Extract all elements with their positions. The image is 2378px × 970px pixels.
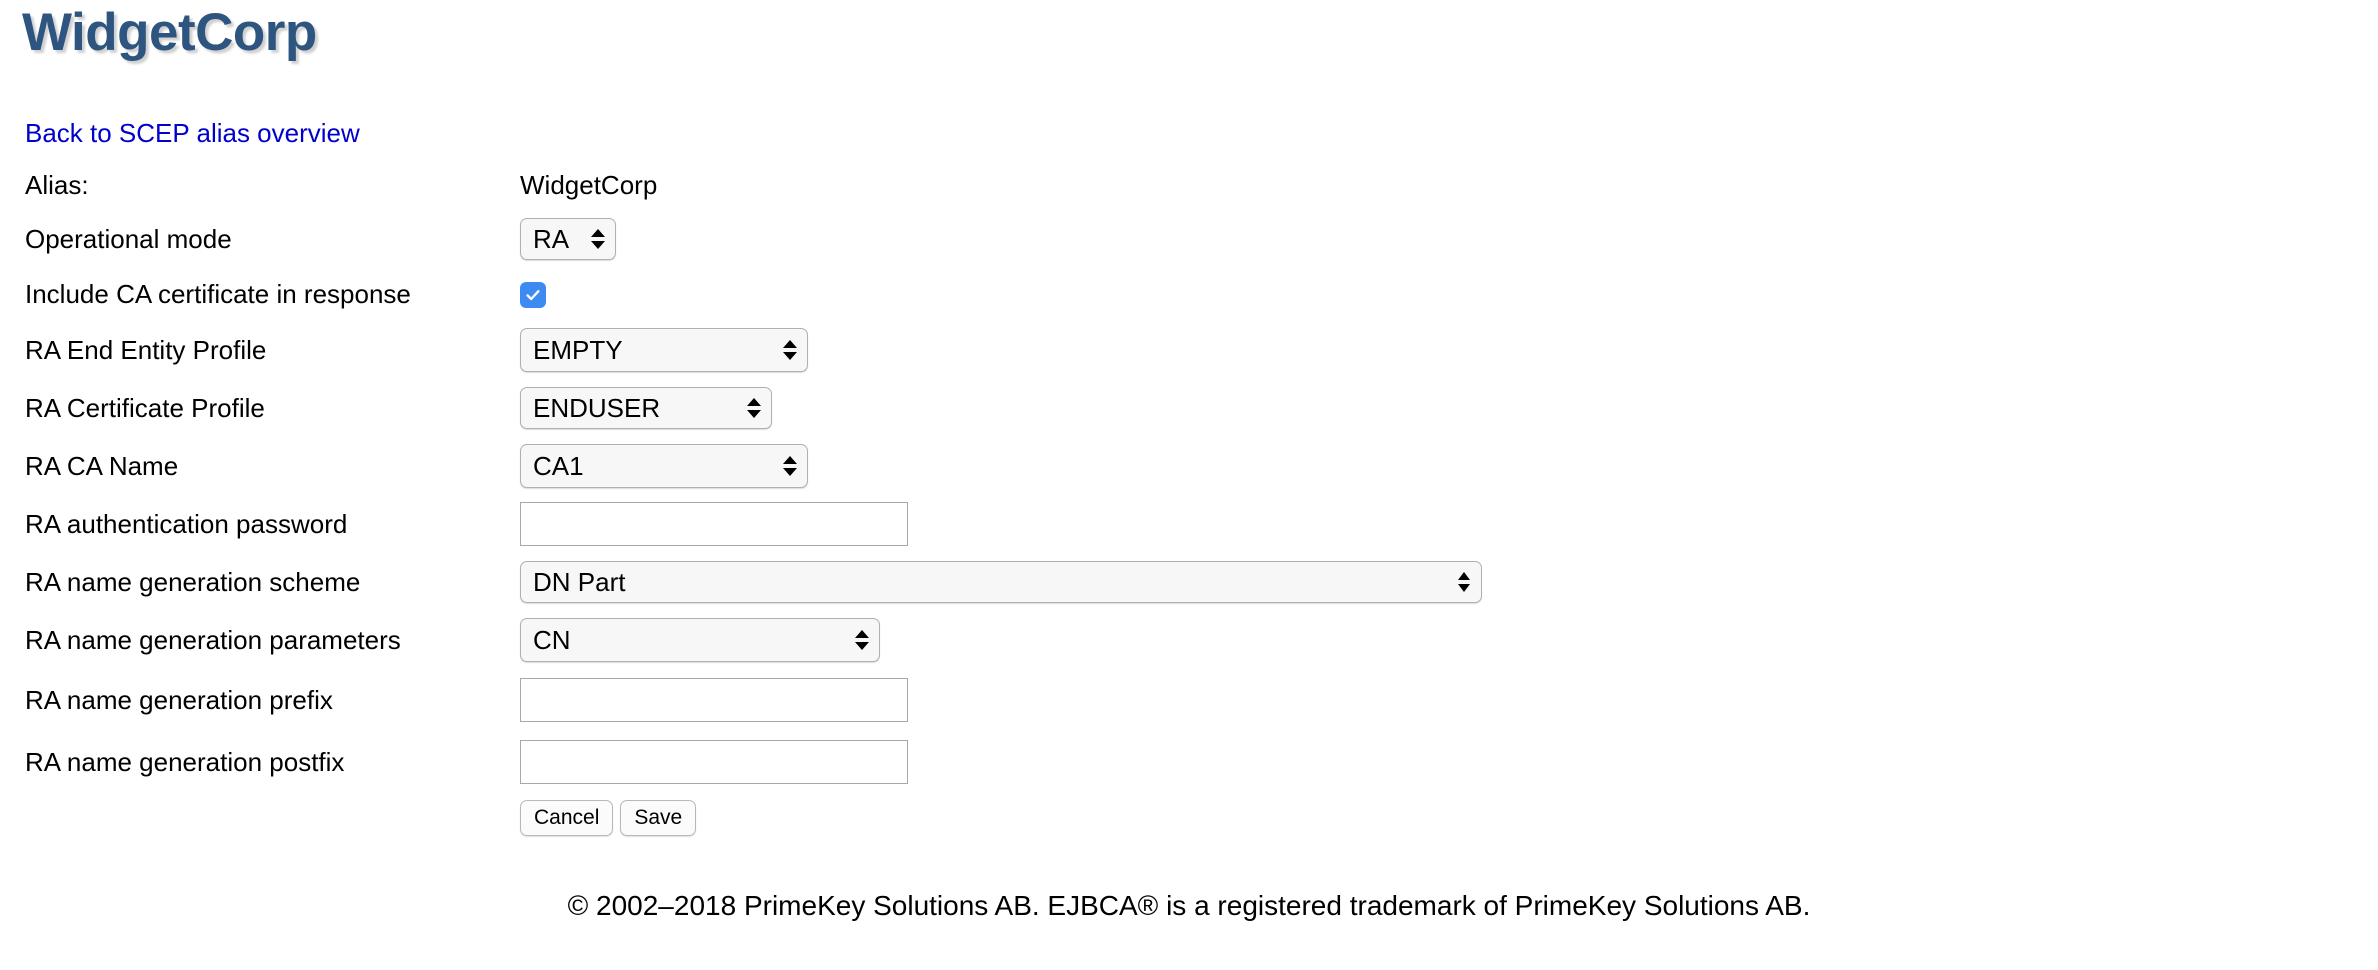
form-row-operational-mode: Operational mode RA xyxy=(0,210,2378,268)
value-ra-name-generation-parameters-wrap: CN xyxy=(520,618,2378,662)
form-row-ra-end-entity-profile: RA End Entity Profile EMPTY xyxy=(0,321,2378,379)
form-row-actions: Cancel Save xyxy=(0,793,2378,843)
label-ra-ca-name: RA CA Name xyxy=(25,450,179,481)
chevron-updown-icon xyxy=(591,226,605,252)
ra-ca-name-select[interactable]: CA1 xyxy=(520,444,808,488)
form-row-alias: Alias: WidgetCorp xyxy=(0,160,2378,210)
value-include-ca-cert-wrap xyxy=(520,281,2378,308)
form-row-ra-name-generation-postfix: RA name generation postfix xyxy=(0,731,2378,793)
chevron-updown-icon xyxy=(783,453,797,479)
action-button-bar: Cancel Save xyxy=(520,800,697,836)
label-ra-name-generation-postfix: RA name generation postfix xyxy=(25,746,345,777)
value-ra-auth-password-wrap xyxy=(520,502,2378,546)
ra-certificate-profile-select[interactable]: ENDUSER xyxy=(520,387,772,429)
ra-end-entity-profile-select[interactable]: EMPTY xyxy=(520,328,808,372)
cancel-button[interactable]: Cancel xyxy=(520,800,614,836)
label-alias: Alias: xyxy=(25,169,89,200)
label-include-ca-cert: Include CA certificate in response xyxy=(25,279,411,309)
ra-end-entity-profile-selected-value: EMPTY xyxy=(533,335,623,365)
operational-mode-selected-value: RA xyxy=(533,224,570,254)
ra-certificate-profile-selected-value: ENDUSER xyxy=(533,393,661,423)
save-button[interactable]: Save xyxy=(620,800,697,836)
form-row-ra-name-generation-scheme: RA name generation scheme DN Part xyxy=(0,553,2378,611)
ra-name-generation-prefix-input[interactable] xyxy=(520,678,908,722)
form-row-ra-ca-name: RA CA Name CA1 xyxy=(0,437,2378,495)
page-title: WidgetCorp xyxy=(22,3,317,62)
chevron-updown-icon xyxy=(855,627,869,653)
chevron-updown-icon xyxy=(783,337,797,363)
ra-name-generation-parameters-selected-value: CN xyxy=(533,625,571,655)
ra-ca-name-selected-value: CA1 xyxy=(533,451,584,481)
chevron-updown-icon xyxy=(1457,569,1471,595)
form-row-ra-name-generation-parameters: RA name generation parameters CN xyxy=(0,611,2378,669)
operational-mode-select[interactable]: RA xyxy=(520,218,616,260)
ra-auth-password-input[interactable] xyxy=(520,502,908,546)
form-row-ra-certificate-profile: RA Certificate Profile ENDUSER xyxy=(0,379,2378,437)
ra-name-generation-scheme-selected-value: DN Part xyxy=(533,567,626,597)
label-operational-mode: Operational mode xyxy=(25,223,232,254)
chevron-updown-icon xyxy=(747,395,761,421)
checkmark-icon xyxy=(526,289,540,300)
ra-name-generation-parameters-select[interactable]: CN xyxy=(520,618,880,662)
label-ra-name-generation-prefix: RA name generation prefix xyxy=(25,684,333,715)
include-ca-cert-checkbox[interactable] xyxy=(520,281,546,308)
form-row-ra-auth-password: RA authentication password xyxy=(0,495,2378,553)
label-ra-end-entity-profile: RA End Entity Profile xyxy=(25,334,267,365)
scep-alias-config-page: WidgetCorp Back to SCEP alias overview A… xyxy=(0,0,2378,970)
value-alias-wrap: WidgetCorp xyxy=(520,170,2378,201)
alias-value: WidgetCorp xyxy=(520,169,658,200)
ra-name-generation-postfix-input[interactable] xyxy=(520,740,908,784)
scep-alias-form: Alias: WidgetCorp Operational mode RA In… xyxy=(0,160,2378,843)
value-ra-ca-name-wrap: CA1 xyxy=(520,444,2378,488)
value-operational-mode-wrap: RA xyxy=(520,218,2378,260)
value-ra-name-generation-scheme-wrap: DN Part xyxy=(520,561,2378,603)
value-actions-wrap: Cancel Save xyxy=(520,800,2378,836)
ra-name-generation-scheme-select[interactable]: DN Part xyxy=(520,561,1482,603)
value-ra-name-generation-prefix-wrap xyxy=(520,678,2378,722)
value-ra-certificate-profile-wrap: ENDUSER xyxy=(520,387,2378,429)
label-ra-certificate-profile: RA Certificate Profile xyxy=(25,392,265,423)
footer-copyright: © 2002–2018 PrimeKey Solutions AB. EJBCA… xyxy=(567,890,1811,921)
label-ra-auth-password: RA authentication password xyxy=(25,508,348,539)
form-row-include-ca-cert: Include CA certificate in response xyxy=(0,268,2378,321)
value-ra-name-generation-postfix-wrap xyxy=(520,740,2378,784)
back-to-overview-link[interactable]: Back to SCEP alias overview xyxy=(25,118,360,149)
label-ra-name-generation-parameters: RA name generation parameters xyxy=(25,624,401,655)
form-row-ra-name-generation-prefix: RA name generation prefix xyxy=(0,669,2378,731)
label-ra-name-generation-scheme: RA name generation scheme xyxy=(25,566,361,597)
value-ra-end-entity-profile-wrap: EMPTY xyxy=(520,328,2378,372)
